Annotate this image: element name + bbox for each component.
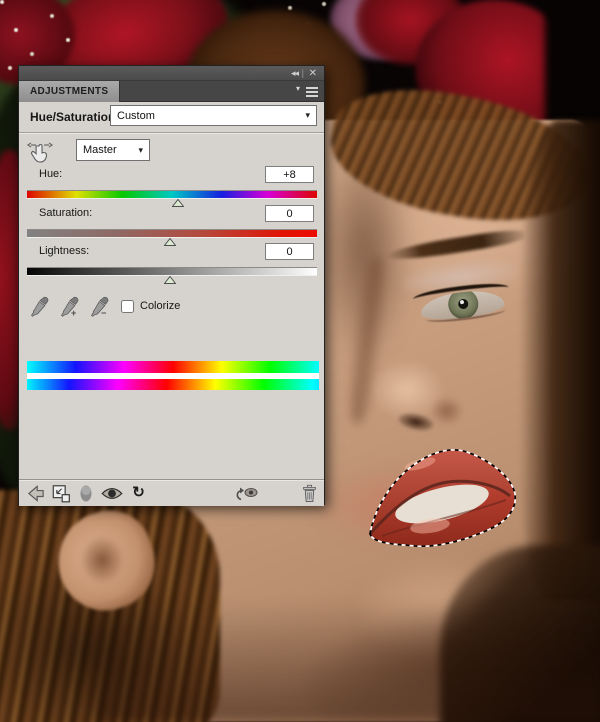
colorize-label: Colorize (140, 300, 180, 312)
menu-caret-icon: ▾ (296, 84, 300, 93)
close-icon[interactable]: ✕ (309, 67, 317, 80)
chevron-down-icon: ▾ (138, 145, 143, 156)
separator (19, 132, 324, 133)
spectrum-ramp-original (27, 361, 319, 373)
preset-value: Custom (117, 110, 155, 122)
channel-dropdown[interactable]: Master ▾ (76, 139, 150, 161)
panel-tab-row: ADJUSTMENTS ▾ (19, 81, 324, 102)
minus-glyph: − (101, 308, 325, 326)
panel-body: Hue/Saturation Custom ▾ Master ▾ Hue: Sa… (19, 102, 324, 506)
saturation-label: Saturation: (39, 207, 92, 219)
hue-slider-bar[interactable] (27, 190, 317, 199)
photo-nose-wing (432, 398, 462, 424)
channel-value: Master (83, 144, 117, 156)
hue-slider-marker[interactable] (172, 199, 184, 207)
preset-dropdown[interactable]: Custom ▾ (110, 105, 317, 126)
panel-titlebar[interactable]: ◂◂ | ✕ (19, 66, 324, 81)
panel-footer: ↻ (19, 479, 324, 506)
photo-babys-breath (0, 0, 4, 4)
saturation-value-input[interactable] (265, 205, 314, 222)
photo-neck-shadow (95, 600, 600, 722)
reset-adjustment-icon[interactable]: ↻ (0, 484, 291, 503)
delete-adjustment-trash-icon[interactable] (302, 484, 317, 503)
hue-value-input[interactable] (265, 166, 314, 183)
eyedropper-row: + − Colorize (19, 294, 324, 324)
colorize-checkbox[interactable] (121, 300, 134, 313)
hue-label: Hue: (39, 168, 62, 180)
photo-ear-inner (82, 538, 122, 582)
lightness-slider-bar[interactable] (27, 267, 317, 276)
titlebar-divider: | (302, 67, 304, 80)
spectrum-ramp-adjusted (27, 379, 319, 390)
lips-selection (358, 438, 526, 560)
lightness-slider-marker[interactable] (164, 276, 176, 284)
eyedropper-icon[interactable] (28, 296, 50, 318)
lightness-label: Lightness: (39, 245, 89, 257)
saturation-slider-marker[interactable] (164, 238, 176, 246)
tab-adjustments[interactable]: ADJUSTMENTS (19, 81, 120, 102)
lightness-value-input[interactable] (265, 243, 314, 260)
panel-menu-icon[interactable]: ▾ (296, 86, 318, 98)
adjustments-panel: ◂◂ | ✕ ADJUSTMENTS ▾ Hue/Saturation Cust… (18, 65, 325, 505)
menu-lines-icon (306, 87, 318, 97)
saturation-slider-bar[interactable] (27, 229, 317, 238)
chevron-down-icon: ▾ (305, 110, 310, 121)
targeted-adjustment-tool-icon[interactable] (27, 138, 53, 164)
collapse-to-icons-icon[interactable]: ◂◂ (291, 67, 298, 80)
photo-hair-right (520, 120, 600, 600)
image-canvas[interactable]: ◂◂ | ✕ ADJUSTMENTS ▾ Hue/Saturation Cust… (0, 0, 600, 722)
adjustment-title: Hue/Saturation (30, 110, 115, 124)
